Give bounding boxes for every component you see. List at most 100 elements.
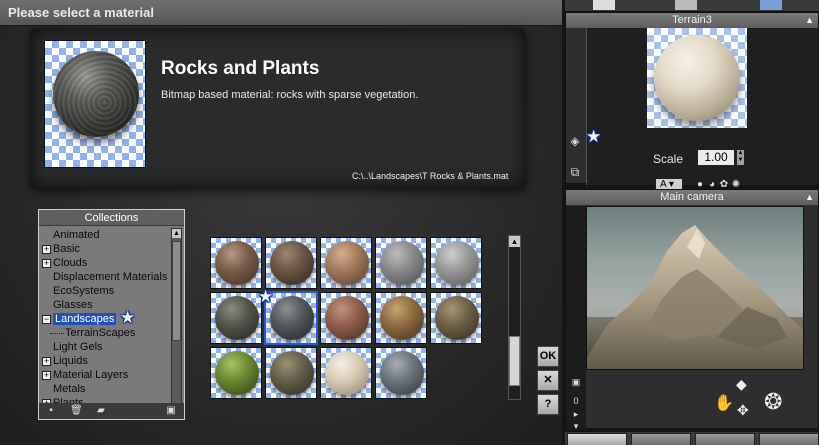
rotate-sphere-icon[interactable]: ❂ <box>764 389 782 415</box>
material-sphere <box>215 241 259 285</box>
collapse-icon[interactable]: − <box>42 314 51 324</box>
collection-item[interactable]: Displacement Materials <box>42 270 170 284</box>
help-button[interactable]: ? <box>537 394 559 415</box>
collection-label: Liquids <box>53 355 88 367</box>
dialog-title: Please select a material <box>0 0 562 26</box>
move-arrows-icon[interactable]: ✥ <box>737 402 749 419</box>
collection-item[interactable]: + Liquids <box>42 354 170 368</box>
scale-label: Scale <box>653 152 684 166</box>
material-thumbnail[interactable] <box>320 347 372 399</box>
material-sphere <box>325 351 369 395</box>
collection-label: Metals <box>53 383 86 395</box>
expand-icon[interactable]: + <box>42 356 51 366</box>
terrain-preview-sphere <box>654 35 740 121</box>
hand-pan-icon[interactable]: ✋ <box>714 393 734 413</box>
material-thumbnail[interactable] <box>320 237 372 289</box>
tab-3[interactable] <box>695 433 755 445</box>
delete-icon[interactable]: 🗑 <box>70 405 83 417</box>
collection-item[interactable]: EcoSystems <box>42 284 170 298</box>
collection-item[interactable]: Glasses <box>42 298 170 312</box>
tab-4[interactable] <box>759 433 819 445</box>
thumbnails-scrollbar[interactable]: ▲ <box>508 235 521 400</box>
terrain-panel-header[interactable]: Terrain3 ▲ <box>566 13 818 28</box>
tool-icon[interactable] <box>760 0 782 10</box>
material-sphere <box>325 296 369 340</box>
export-icon[interactable]: ⧉ <box>567 164 583 180</box>
collection-label: TerrainScapes <box>65 327 136 339</box>
material-thumbnail[interactable] <box>430 237 482 289</box>
checker-material-icon[interactable]: ◈ <box>567 133 583 149</box>
material-thumbnails <box>210 237 485 400</box>
tree-connector <box>50 332 64 334</box>
scroll-up-icon[interactable]: ▲ <box>509 236 520 247</box>
material-thumbnail[interactable] <box>265 347 317 399</box>
material-sphere <box>435 296 479 340</box>
collapse-icon[interactable]: ▲ <box>805 13 814 28</box>
pan-vertical-icon[interactable]: ◆ <box>736 376 747 393</box>
scroll-up-icon[interactable]: ▲ <box>172 229 181 238</box>
tab-2[interactable] <box>631 433 691 445</box>
collection-item[interactable]: Animated <box>42 228 170 242</box>
expand-icon[interactable]: + <box>42 258 51 268</box>
collection-label: Light Gels <box>53 341 103 353</box>
collections-scrollbar[interactable]: ▲ <box>171 228 182 404</box>
material-thumbnail[interactable] <box>265 237 317 289</box>
tab-1[interactable] <box>567 433 627 445</box>
scale-input[interactable]: 1.00 <box>697 149 735 166</box>
material-preview-sphere <box>53 51 139 137</box>
material-thumbnail[interactable] <box>375 237 427 289</box>
camera-counter: 0 <box>573 396 579 406</box>
material-thumbnail[interactable] <box>210 347 262 399</box>
top-toolbar-strip <box>565 0 819 12</box>
collection-item[interactable]: TerrainScapes <box>42 326 170 340</box>
material-thumbnail[interactable] <box>375 347 427 399</box>
scroll-thumb[interactable] <box>172 241 181 341</box>
material-thumbnail[interactable] <box>430 292 482 344</box>
selected-star-icon: ★ <box>258 287 274 306</box>
material-sphere <box>380 351 424 395</box>
terrain-material-area: Scale 1.00 ▲ ▼ A ▾ ● ◕ ✿ ✺ <box>586 28 819 192</box>
terrain-material-preview[interactable] <box>647 28 747 128</box>
scale-stepper[interactable]: ▲ ▼ <box>736 149 745 166</box>
collection-item[interactable]: Metals <box>42 382 170 396</box>
material-sphere <box>325 241 369 285</box>
collection-label: Clouds <box>53 257 88 269</box>
expand-icon[interactable]: + <box>42 244 51 254</box>
scroll-thumb[interactable] <box>509 336 520 386</box>
material-sphere <box>215 296 259 340</box>
tool-icon[interactable] <box>675 0 697 10</box>
terrain-title: Terrain3 <box>672 14 712 26</box>
collection-item[interactable]: + Basic <box>42 242 170 256</box>
tool-icon[interactable] <box>593 0 615 10</box>
terrain-panel: Terrain3 ▲ ◈ ⧉ Scale 1.00 ▲ ▼ A ▾ ● ◕ ✿ ✺ <box>565 12 819 192</box>
material-thumbnail[interactable] <box>210 292 262 344</box>
material-thumbnail[interactable] <box>210 237 262 289</box>
material-path: C:\..\Landscapes\T Rocks & Plants.mat <box>352 171 509 181</box>
material-thumbnail[interactable] <box>375 292 427 344</box>
arrow-right-icon[interactable]: ▸ <box>570 409 582 420</box>
material-dialog: Please select a material Rocks and Plant… <box>0 0 562 445</box>
bottom-tab-bar <box>565 431 819 445</box>
material-thumbnail[interactable] <box>320 292 372 344</box>
collection-item[interactable]: + Material Layers <box>42 368 170 382</box>
collection-item[interactable]: − Landscapes <box>42 312 170 326</box>
save-camera-icon[interactable]: ▣ <box>570 377 582 388</box>
camera-viewport[interactable] <box>586 206 804 370</box>
open-folder-icon[interactable]: ▰ <box>95 405 107 417</box>
save-icon[interactable]: ▣ <box>165 405 177 417</box>
camera-panel-header[interactable]: Main camera ▲ <box>566 190 818 205</box>
material-sphere <box>215 351 259 395</box>
favorite-star-icon: ★ <box>120 308 136 327</box>
cancel-button[interactable]: ✕ <box>537 370 559 391</box>
collection-label: Basic <box>53 243 80 255</box>
expand-icon[interactable]: + <box>42 370 51 380</box>
material-sphere <box>270 351 314 395</box>
new-collection-icon[interactable]: ▪ <box>45 405 57 417</box>
collection-item[interactable]: Light Gels <box>42 340 170 354</box>
ok-button[interactable]: OK <box>537 346 559 367</box>
collapse-icon[interactable]: ▲ <box>805 190 814 205</box>
collection-item[interactable]: + Clouds <box>42 256 170 270</box>
